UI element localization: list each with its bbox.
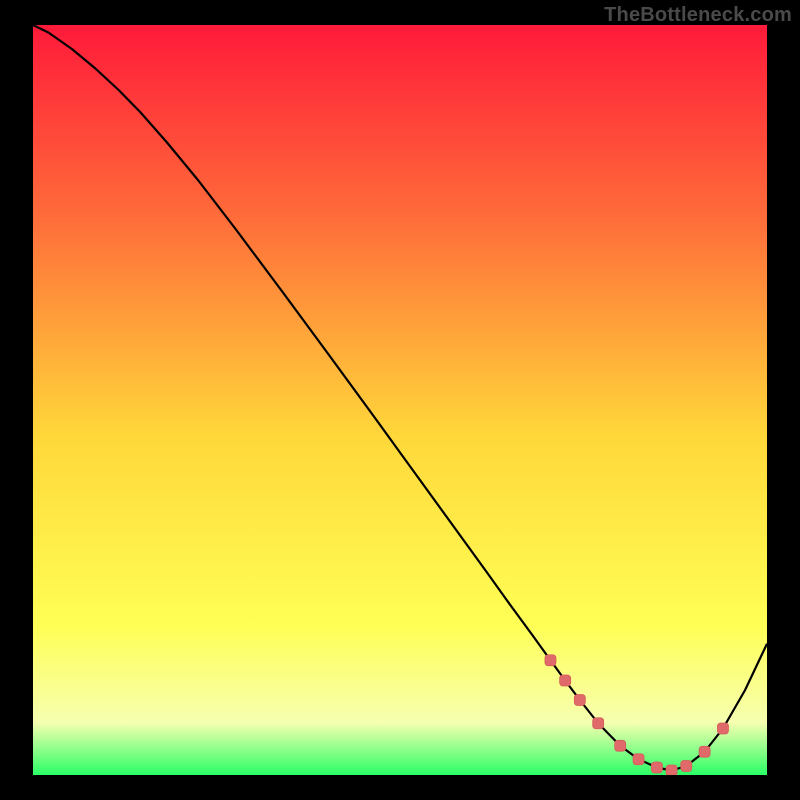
highlight-marker xyxy=(717,723,728,734)
highlight-marker xyxy=(560,675,571,686)
chart xyxy=(33,25,767,775)
highlight-marker xyxy=(681,761,692,772)
highlight-marker xyxy=(666,765,677,775)
highlight-marker xyxy=(633,754,644,765)
gradient-background xyxy=(33,25,767,775)
highlight-marker xyxy=(615,740,626,751)
highlight-marker xyxy=(593,718,604,729)
highlight-marker xyxy=(699,746,710,757)
watermark-text: TheBottleneck.com xyxy=(604,4,792,27)
highlight-marker xyxy=(651,762,662,773)
highlight-marker xyxy=(574,695,585,706)
highlight-marker xyxy=(545,655,556,666)
